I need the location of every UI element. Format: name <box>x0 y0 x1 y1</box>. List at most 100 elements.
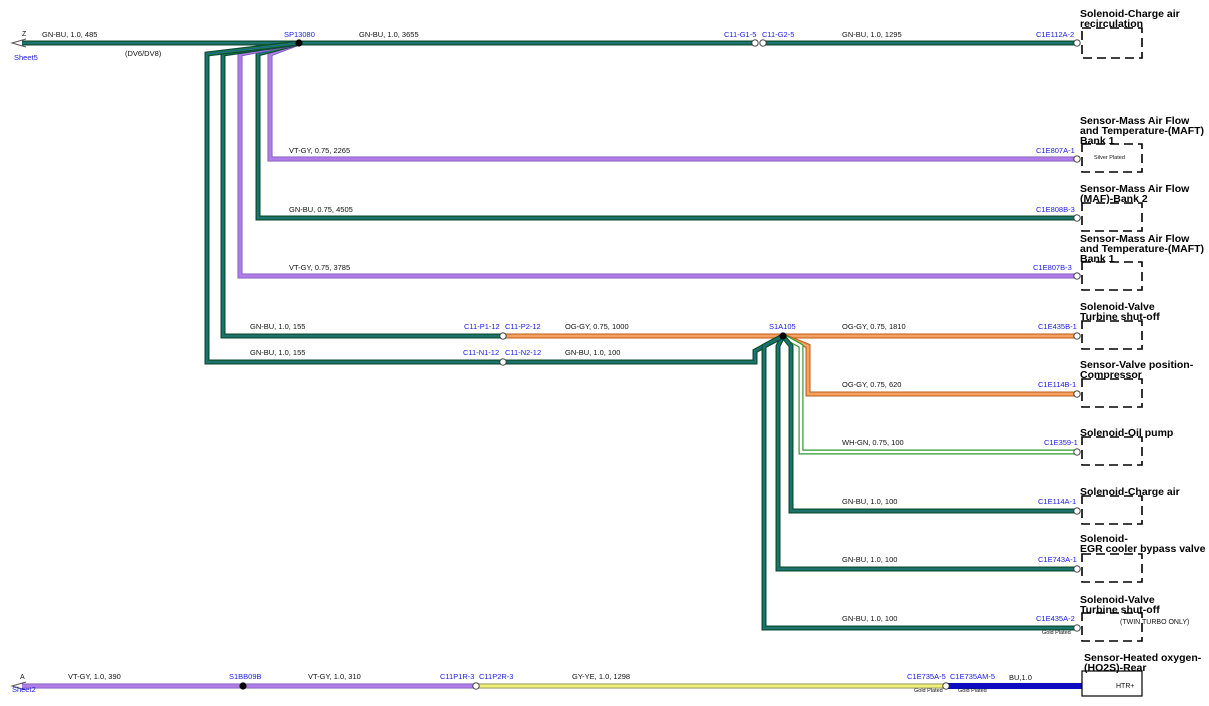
connector-label[interactable]: C11-P1-12 <box>464 322 500 331</box>
connector-label[interactable]: C1E735AM-5 <box>950 672 995 681</box>
wire-label: WH-GN, 0.75, 100 <box>842 438 904 447</box>
gn-bu-wire <box>505 334 784 364</box>
gn-bu-wire <box>222 42 503 337</box>
gn-bu-wire <box>220 40 503 339</box>
connector-label[interactable]: C11-G2-5 <box>762 30 794 39</box>
component-title-maft-bank-1[interactable]: Sensor-Mass Air Flow and Temperature-(MA… <box>1080 115 1207 147</box>
splice-label-s1a105[interactable]: S1A105 <box>769 322 796 331</box>
wire-label: GN-BU, 1.0, 100 <box>842 497 897 506</box>
connector-label[interactable]: C1E807A-1 <box>1036 146 1075 155</box>
pin-circle <box>1073 332 1081 340</box>
wire-label: VT-GY, 0.75, 2265 <box>289 146 350 155</box>
og-wire <box>782 333 1077 397</box>
gn-bu-wire <box>782 335 1077 512</box>
component-title-ho2s-rear[interactable]: Sensor-Heated oxygen- (HO2S)-Rear <box>1084 652 1204 674</box>
wire-label: OG-GY, 0.75, 1810 <box>842 322 906 331</box>
gn-bu-wire <box>221 41 503 338</box>
wire-label: GN-BU, 1.0, 100 <box>842 614 897 623</box>
sheet-link-bottom[interactable]: Sheet2 <box>12 685 36 694</box>
component-title-egr-bypass[interactable]: Solenoid- EGR cooler bypass valve <box>1080 533 1206 555</box>
connector-label[interactable]: C1E359-1 <box>1044 438 1078 447</box>
gn-bu-wire <box>781 334 1077 514</box>
component-box <box>1081 378 1143 408</box>
sheet-marker-bottom: A <box>20 674 25 681</box>
connector-label[interactable]: C11-N2-12 <box>505 348 541 357</box>
pin-circle <box>472 682 480 690</box>
gn-bu-wire <box>763 335 1077 629</box>
gn-bu-wire <box>256 41 1077 220</box>
component-box <box>1081 27 1143 59</box>
pin-circle <box>499 358 507 366</box>
sheet-link-top[interactable]: Sheet5 <box>14 53 38 62</box>
pin-circle <box>1073 507 1081 515</box>
wire-label: GN-BU, 1.0, 1295 <box>842 30 902 39</box>
og-wire <box>782 334 1077 396</box>
vt-wire <box>268 41 1077 161</box>
splice-label-sp13080[interactable]: SP13080 <box>284 30 315 39</box>
plating-note: Gold Plated <box>958 688 987 694</box>
wire-label: OG-GY, 0.75, 1000 <box>565 322 629 331</box>
connector-label[interactable]: C11P2R-3 <box>479 672 513 681</box>
pin-circle <box>1073 624 1081 632</box>
wire-layer <box>22 40 1082 689</box>
gn-bu-wire <box>762 334 1077 630</box>
pin-circle <box>1073 565 1081 573</box>
connector-label[interactable]: C1E435A-2 <box>1036 614 1075 623</box>
wire-label: OG-GY, 0.75, 620 <box>842 380 901 389</box>
variant-label: (DV6/DV8) <box>125 49 162 58</box>
gn-bu-wire <box>505 333 785 365</box>
component-title-oil-pump[interactable]: Solenoid-Oil pump <box>1080 427 1173 439</box>
plating-note: Silver Plated <box>1094 155 1125 161</box>
pin-circle <box>1073 272 1081 280</box>
component-title-turbine-shutoff[interactable]: Solenoid-Valve Turbine shut-off <box>1080 301 1160 323</box>
component-title-maft-bank-1b[interactable]: Sensor-Mass Air Flow and Temperature-(MA… <box>1080 233 1207 265</box>
connector-label[interactable]: C1E808B-3 <box>1036 205 1075 214</box>
component-title-valve-position-compressor[interactable]: Sensor-Valve position- Compressor <box>1080 359 1196 381</box>
connector-label[interactable]: C11-N1-12 <box>463 348 499 357</box>
connector-label[interactable]: C11-P2-12 <box>505 322 541 331</box>
wire-label: GN-BU, 1.0, 100 <box>565 348 620 357</box>
component-title-turbine-shutoff-2[interactable]: Solenoid-Valve Turbine shut-off <box>1080 594 1160 616</box>
wiring-diagram: Z Sheet5 A Sheet2 SP13080 S1A105 S1BB09B… <box>10 8 1207 697</box>
component-title-charge-air-recirculation[interactable]: Solenoid-Charge air recirculation <box>1080 8 1183 30</box>
plating-note: Gold Plated <box>914 688 943 694</box>
component-box <box>1081 495 1143 525</box>
connector-label[interactable]: C1E807B-3 <box>1033 263 1072 272</box>
wire-label: VT-GY, 1.0, 390 <box>68 672 121 681</box>
connector-label[interactable]: C11-G1-5 <box>724 30 756 39</box>
pin-circle <box>499 332 507 340</box>
gn-bu-wire <box>761 333 1077 631</box>
gn-bu-wire <box>205 41 503 364</box>
vt-wire <box>267 40 1077 162</box>
component-box <box>1081 612 1143 642</box>
splice-dot <box>295 39 303 47</box>
sheet-marker-top: Z <box>22 31 27 38</box>
wire-label: VT-GY, 0.75, 3785 <box>289 263 350 272</box>
connector-label[interactable]: C1E735A-5 <box>907 672 946 681</box>
og-wire <box>782 335 1077 395</box>
connector-label[interactable]: C11P1R-3 <box>440 672 474 681</box>
component-box <box>1081 436 1143 466</box>
wire-label: GY-YE, 1.0, 1298 <box>572 672 630 681</box>
gn-bu-wire <box>206 42 503 363</box>
connector-label[interactable]: C1E743A-1 <box>1038 555 1077 564</box>
component-box <box>1081 320 1143 350</box>
gn-bu-wire <box>505 335 784 363</box>
component-title-charge-air[interactable]: Solenoid-Charge air <box>1080 486 1180 498</box>
connector-label[interactable]: C1E114B-1 <box>1038 380 1076 389</box>
gn-bu-wire <box>204 40 503 365</box>
connector-label[interactable]: C1E112A-2 <box>1036 30 1074 39</box>
component-box <box>1081 553 1143 583</box>
splice-dot <box>779 332 787 340</box>
wire-label: VT-GY, 1.0, 310 <box>308 672 361 681</box>
splice-label-s1bb09b[interactable]: S1BB09B <box>229 672 262 681</box>
component-title-maf-bank-2[interactable]: Sensor-Mass Air Flow (MAF)-Bank 2 <box>1080 183 1192 205</box>
pin-circle <box>1073 214 1081 222</box>
connector-label[interactable]: C1E114A-1 <box>1038 497 1076 506</box>
gn-bu-wire <box>255 40 1077 221</box>
label-layer: Z Sheet5 A Sheet2 SP13080 S1A105 S1BB09B… <box>12 8 1207 694</box>
pin-circle <box>1073 155 1081 163</box>
pin-label: HTR+ <box>1116 683 1134 690</box>
gn-bu-wire <box>782 335 1077 513</box>
connector-label[interactable]: C1E435B-1 <box>1038 322 1077 331</box>
